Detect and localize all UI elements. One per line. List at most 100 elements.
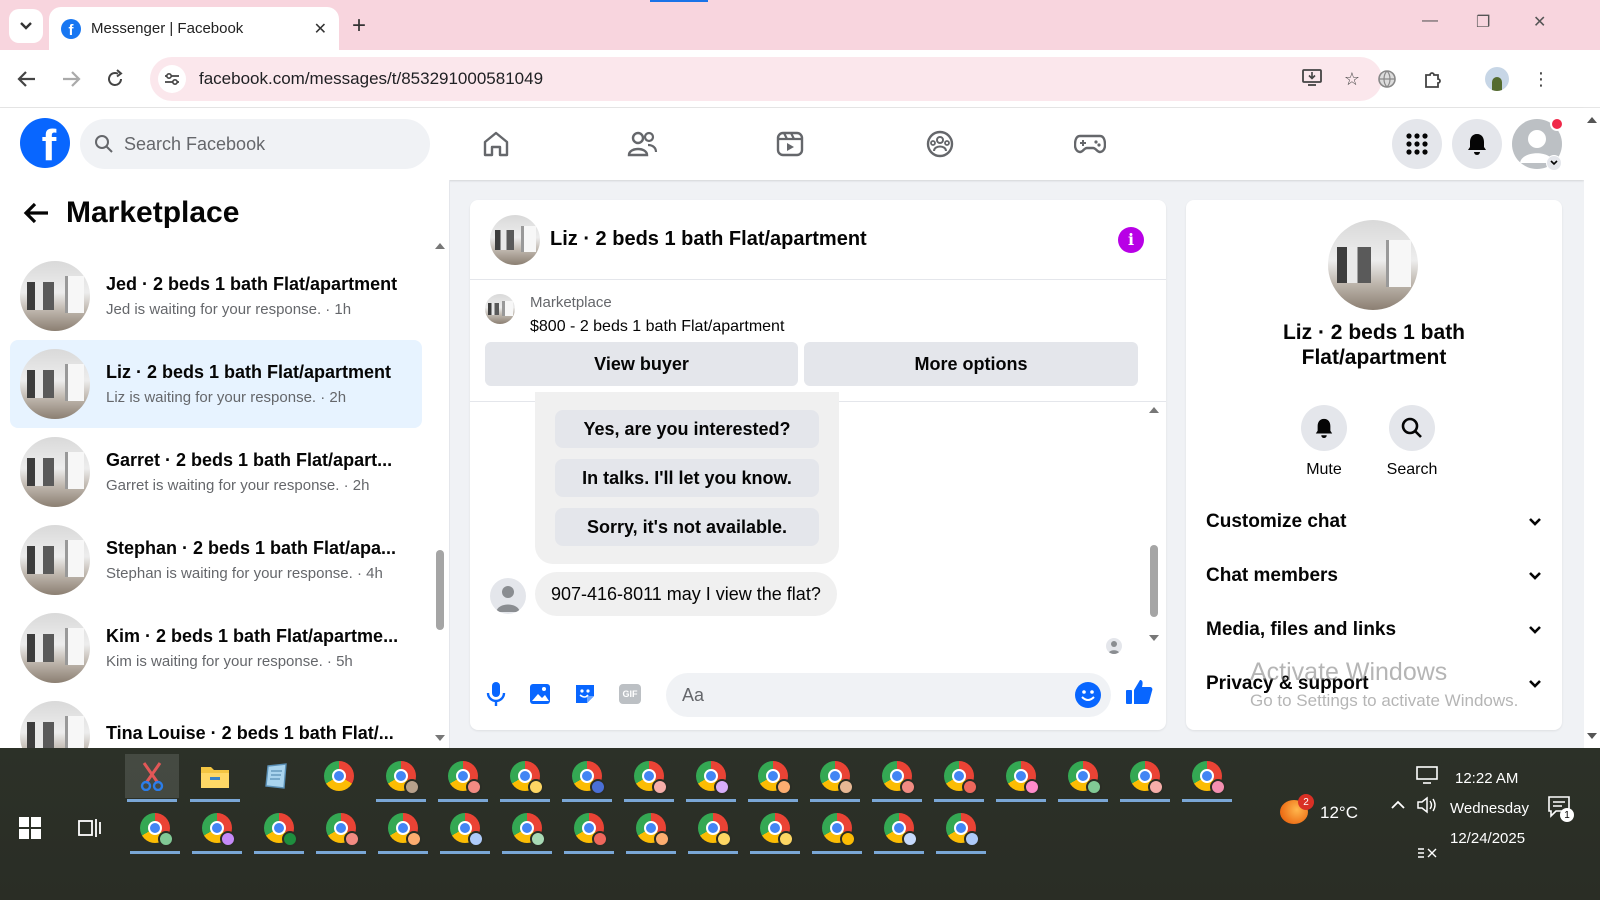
gaming-icon[interactable] <box>1070 124 1110 164</box>
chat-list-item[interactable]: Jed · 2 beds 1 bath Flat/apartment Jed i… <box>10 252 422 340</box>
chrome-profile-icon[interactable] <box>870 754 924 802</box>
conversation-title[interactable]: Liz · 2 beds 1 bath Flat/apartment <box>550 228 1118 251</box>
groups-icon[interactable] <box>920 124 960 164</box>
chrome-profile-icon[interactable] <box>252 806 306 854</box>
facebook-search-box[interactable] <box>80 119 430 169</box>
search-icon[interactable] <box>1389 405 1435 451</box>
chat-profile-avatar[interactable] <box>1328 220 1418 310</box>
windows-start-icon[interactable] <box>3 806 57 850</box>
chrome-profile-icon[interactable] <box>1180 754 1234 802</box>
scroll-up-arrow-icon[interactable] <box>1148 406 1160 414</box>
back-arrow-icon[interactable] <box>12 64 42 94</box>
privacy-support-section[interactable]: Privacy & support <box>1206 662 1542 706</box>
tab-search-button[interactable] <box>9 9 43 43</box>
home-icon[interactable] <box>476 124 516 164</box>
chrome-profile-icon[interactable] <box>190 806 244 854</box>
tab-close-icon[interactable]: ✕ <box>314 19 327 39</box>
chat-list-item[interactable]: Stephan · 2 beds 1 bath Flat/apa... Step… <box>10 516 422 604</box>
new-tab-plus-icon[interactable]: + <box>352 12 366 40</box>
microphone-icon[interactable] <box>482 680 510 708</box>
quick-reply-button[interactable]: Sorry, it's not available. <box>555 508 819 546</box>
notification-center-icon[interactable]: 1 <box>1548 796 1574 823</box>
minimize-icon[interactable]: — <box>1422 12 1438 30</box>
chrome-profile-icon[interactable] <box>748 806 802 854</box>
chrome-profile-icon[interactable] <box>374 754 428 802</box>
chrome-profile-icon[interactable] <box>808 754 862 802</box>
page-scrollbar[interactable] <box>1584 108 1600 748</box>
browser-menu-kebab-icon[interactable]: ⋮ <box>1526 64 1556 94</box>
chrome-profile-icon[interactable] <box>436 754 490 802</box>
chrome-profile-icon[interactable] <box>1118 754 1172 802</box>
chrome-profile-icon[interactable] <box>872 806 926 854</box>
notifications-bell-icon[interactable] <box>1452 119 1502 169</box>
chrome-profile-icon[interactable] <box>500 806 554 854</box>
chrome-profile-icon[interactable] <box>376 806 430 854</box>
scroll-down-arrow-icon[interactable] <box>1148 634 1160 642</box>
profile-avatar-icon[interactable] <box>1482 64 1512 94</box>
restore-icon[interactable]: ❐ <box>1476 12 1490 32</box>
chat-list-item-active[interactable]: Liz · 2 beds 1 bath Flat/apartment Liz i… <box>10 340 422 428</box>
account-chevron-icon[interactable] <box>1546 155 1562 171</box>
thumbs-up-like-icon[interactable] <box>1125 678 1153 706</box>
view-buyer-button[interactable]: View buyer <box>485 342 798 386</box>
chrome-icon[interactable] <box>312 754 366 798</box>
extensions-puzzle-icon[interactable] <box>1418 64 1448 94</box>
chat-members-section[interactable]: Chat members <box>1206 554 1542 598</box>
chrome-profile-icon[interactable] <box>1056 754 1110 802</box>
notepad-icon[interactable] <box>250 754 304 798</box>
chat-list-item[interactable]: Tina Louise · 2 beds 1 bath Flat/... <box>10 692 422 748</box>
chat-list-item[interactable]: Kim · 2 beds 1 bath Flat/apartme... Kim … <box>10 604 422 692</box>
sticker-icon[interactable] <box>571 680 599 708</box>
scroll-up-arrow-icon[interactable] <box>1586 116 1598 124</box>
forward-arrow-icon[interactable] <box>56 64 86 94</box>
video-reels-icon[interactable] <box>770 124 810 164</box>
message-input[interactable] <box>682 684 1062 706</box>
gif-icon[interactable]: GIF <box>616 680 644 708</box>
friends-icon[interactable] <box>622 124 662 164</box>
chrome-profile-icon[interactable] <box>684 754 738 802</box>
account-avatar[interactable] <box>1512 117 1564 171</box>
chrome-profile-icon[interactable] <box>128 806 182 854</box>
menu-grid-icon[interactable] <box>1392 119 1442 169</box>
mute-action[interactable]: Mute <box>1289 405 1359 479</box>
volume-icon[interactable] <box>1416 796 1438 814</box>
scroll-down-arrow-icon[interactable] <box>434 734 446 742</box>
snipping-tool-icon[interactable] <box>125 754 179 802</box>
message-input-box[interactable] <box>666 673 1111 717</box>
search-input[interactable] <box>124 133 404 155</box>
chat-list-item[interactable]: Garret · 2 beds 1 bath Flat/apart... Gar… <box>10 428 422 516</box>
bell-icon[interactable] <box>1301 405 1347 451</box>
chat-list-scrollbar[interactable] <box>436 550 444 630</box>
tray-chevron-up-icon[interactable] <box>1390 800 1406 810</box>
photo-icon[interactable] <box>526 680 554 708</box>
chrome-profile-icon[interactable] <box>622 754 676 802</box>
install-app-icon[interactable] <box>1301 68 1322 91</box>
desktop-display-icon[interactable] <box>1416 766 1438 784</box>
file-explorer-icon[interactable] <box>188 754 242 802</box>
emoji-icon[interactable] <box>1075 682 1101 708</box>
clock-date[interactable]: 12/24/2025 <box>1450 830 1525 847</box>
more-options-button[interactable]: More options <box>804 342 1138 386</box>
back-arrow-icon[interactable] <box>22 201 50 225</box>
message-thread-scrollbar[interactable] <box>1150 545 1158 617</box>
chrome-profile-icon[interactable] <box>810 806 864 854</box>
facebook-logo-icon[interactable]: f <box>20 118 70 168</box>
site-settings-icon[interactable] <box>158 65 186 93</box>
task-view-icon[interactable] <box>63 806 117 850</box>
close-window-icon[interactable]: ✕ <box>1533 12 1546 32</box>
search-action[interactable]: Search <box>1377 405 1447 479</box>
clock-time[interactable]: 12:22 AM <box>1455 770 1518 787</box>
chrome-profile-icon[interactable] <box>560 754 614 802</box>
translate-globe-icon[interactable] <box>1372 64 1402 94</box>
clock-day[interactable]: Wednesday <box>1450 800 1529 817</box>
info-icon[interactable]: i <box>1118 226 1144 253</box>
media-files-links-section[interactable]: Media, files and links <box>1206 608 1542 652</box>
chrome-profile-icon[interactable] <box>624 806 678 854</box>
chrome-profile-icon[interactable] <box>994 754 1048 802</box>
customize-chat-section[interactable]: Customize chat <box>1206 500 1542 544</box>
keyboard-input-icon[interactable] <box>1416 846 1438 860</box>
weather-widget[interactable]: 2 12°C <box>1276 794 1366 830</box>
bookmark-star-icon[interactable]: ☆ <box>1344 69 1360 90</box>
chrome-profile-icon[interactable] <box>314 806 368 854</box>
chrome-profile-icon[interactable] <box>746 754 800 802</box>
